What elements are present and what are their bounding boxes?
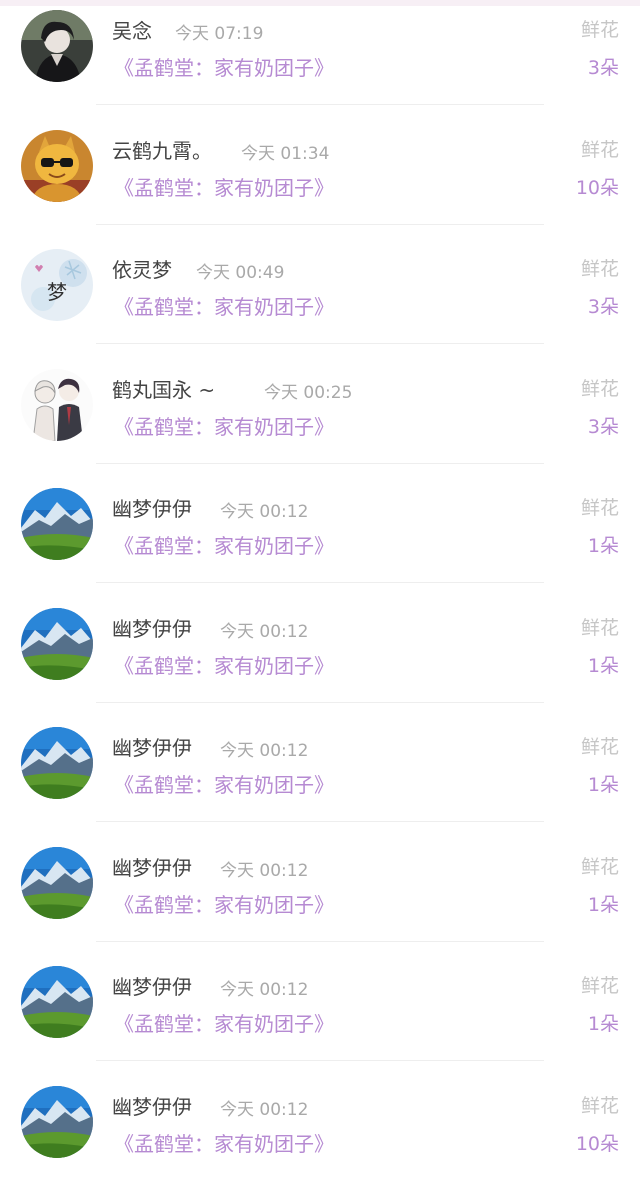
timestamp: 今天 00:25 — [264, 378, 352, 403]
gift-type-label: 鲜花 — [581, 732, 619, 759]
gift-row[interactable]: 幽梦伊伊 今天 00:12 《孟鹤堂：家有奶团子》 鲜花 1朵 — [0, 837, 640, 957]
book-title-link[interactable]: 《孟鹤堂：家有奶团子》 — [114, 769, 334, 798]
row-divider — [96, 941, 544, 942]
mountain-landscape-avatar[interactable] — [21, 1086, 93, 1158]
gift-row[interactable]: 幽梦伊伊 今天 00:12 《孟鹤堂：家有奶团子》 鲜花 10朵 — [0, 1076, 640, 1195]
gift-row[interactable]: 鹤丸国永 ~ 今天 00:25 《孟鹤堂：家有奶团子》 鲜花 3朵 — [0, 359, 640, 479]
avatar-text: 梦 — [47, 280, 67, 304]
timestamp: 今天 00:12 — [220, 617, 308, 642]
golden-cat-avatar[interactable] — [21, 130, 93, 202]
gift-type-label: 鲜花 — [581, 971, 619, 998]
timestamp: 今天 00:12 — [220, 1095, 308, 1120]
timestamp: 今天 00:12 — [220, 975, 308, 1000]
gift-row[interactable]: 幽梦伊伊 今天 00:12 《孟鹤堂：家有奶团子》 鲜花 1朵 — [0, 478, 640, 598]
username[interactable]: 吴念 — [112, 15, 152, 44]
book-title-link[interactable]: 《孟鹤堂：家有奶团子》 — [114, 1128, 334, 1157]
gift-row[interactable]: 幽梦伊伊 今天 00:12 《孟鹤堂：家有奶团子》 鲜花 1朵 — [0, 717, 640, 837]
mountain-landscape-avatar[interactable] — [21, 966, 93, 1038]
dark-portrait-avatar[interactable] — [21, 10, 93, 82]
gift-row[interactable]: 吴念 今天 07:19 《孟鹤堂：家有奶团子》 鲜花 3朵 — [0, 0, 640, 120]
gift-quantity: 10朵 — [576, 173, 619, 200]
book-title-link[interactable]: 《孟鹤堂：家有奶团子》 — [114, 650, 334, 679]
anime-couple-avatar[interactable] — [21, 369, 93, 441]
gift-quantity: 1朵 — [588, 770, 619, 797]
timestamp: 今天 00:12 — [220, 736, 308, 761]
gift-quantity: 1朵 — [588, 531, 619, 558]
book-title-link[interactable]: 《孟鹤堂：家有奶团子》 — [114, 889, 334, 918]
gift-type-label: 鲜花 — [581, 254, 619, 281]
dream-text-avatar[interactable]: 梦 — [21, 249, 93, 321]
row-divider — [96, 702, 544, 703]
username[interactable]: 幽梦伊伊 — [112, 971, 192, 1000]
username[interactable]: 云鹤九霄。 — [112, 135, 212, 164]
gift-type-label: 鲜花 — [581, 852, 619, 879]
gift-quantity: 3朵 — [588, 53, 619, 80]
gift-type-label: 鲜花 — [581, 15, 619, 42]
timestamp: 今天 01:34 — [241, 139, 329, 164]
row-divider — [96, 463, 544, 464]
timestamp: 今天 00:49 — [196, 258, 284, 283]
mountain-landscape-avatar[interactable] — [21, 488, 93, 560]
row-divider — [96, 224, 544, 225]
gift-row[interactable]: 幽梦伊伊 今天 00:12 《孟鹤堂：家有奶团子》 鲜花 1朵 — [0, 956, 640, 1076]
row-divider — [96, 582, 544, 583]
row-divider — [96, 104, 544, 105]
row-divider — [96, 343, 544, 344]
book-title-link[interactable]: 《孟鹤堂：家有奶团子》 — [114, 291, 334, 320]
mountain-landscape-avatar[interactable] — [21, 847, 93, 919]
timestamp: 今天 00:12 — [220, 497, 308, 522]
gift-row[interactable]: 梦 依灵梦 今天 00:49 《孟鹤堂：家有奶团子》 鲜花 3朵 — [0, 239, 640, 359]
gift-quantity: 1朵 — [588, 890, 619, 917]
username[interactable]: 幽梦伊伊 — [112, 732, 192, 761]
book-title-link[interactable]: 《孟鹤堂：家有奶团子》 — [114, 411, 334, 440]
username[interactable]: 鹤丸国永 ~ — [112, 374, 215, 403]
gift-type-label: 鲜花 — [581, 613, 619, 640]
book-title-link[interactable]: 《孟鹤堂：家有奶团子》 — [114, 1008, 334, 1037]
gift-quantity: 10朵 — [576, 1129, 619, 1156]
username[interactable]: 幽梦伊伊 — [112, 613, 192, 642]
gift-quantity: 1朵 — [588, 651, 619, 678]
gift-type-label: 鲜花 — [581, 374, 619, 401]
timestamp: 今天 07:19 — [175, 19, 263, 44]
gift-row[interactable]: 云鹤九霄。 今天 01:34 《孟鹤堂：家有奶团子》 鲜花 10朵 — [0, 120, 640, 240]
gift-quantity: 3朵 — [588, 412, 619, 439]
book-title-link[interactable]: 《孟鹤堂：家有奶团子》 — [114, 52, 334, 81]
row-divider — [96, 821, 544, 822]
gift-row[interactable]: 幽梦伊伊 今天 00:12 《孟鹤堂：家有奶团子》 鲜花 1朵 — [0, 598, 640, 718]
mountain-landscape-avatar[interactable] — [21, 727, 93, 799]
username[interactable]: 幽梦伊伊 — [112, 1091, 192, 1120]
mountain-landscape-avatar[interactable] — [21, 608, 93, 680]
username[interactable]: 幽梦伊伊 — [112, 493, 192, 522]
gift-quantity: 3朵 — [588, 292, 619, 319]
gift-quantity: 1朵 — [588, 1009, 619, 1036]
book-title-link[interactable]: 《孟鹤堂：家有奶团子》 — [114, 172, 334, 201]
username[interactable]: 幽梦伊伊 — [112, 852, 192, 881]
username[interactable]: 依灵梦 — [112, 254, 172, 283]
gift-type-label: 鲜花 — [581, 1091, 619, 1118]
book-title-link[interactable]: 《孟鹤堂：家有奶团子》 — [114, 530, 334, 559]
gift-type-label: 鲜花 — [581, 493, 619, 520]
row-divider — [96, 1060, 544, 1061]
gift-type-label: 鲜花 — [581, 135, 619, 162]
timestamp: 今天 00:12 — [220, 856, 308, 881]
